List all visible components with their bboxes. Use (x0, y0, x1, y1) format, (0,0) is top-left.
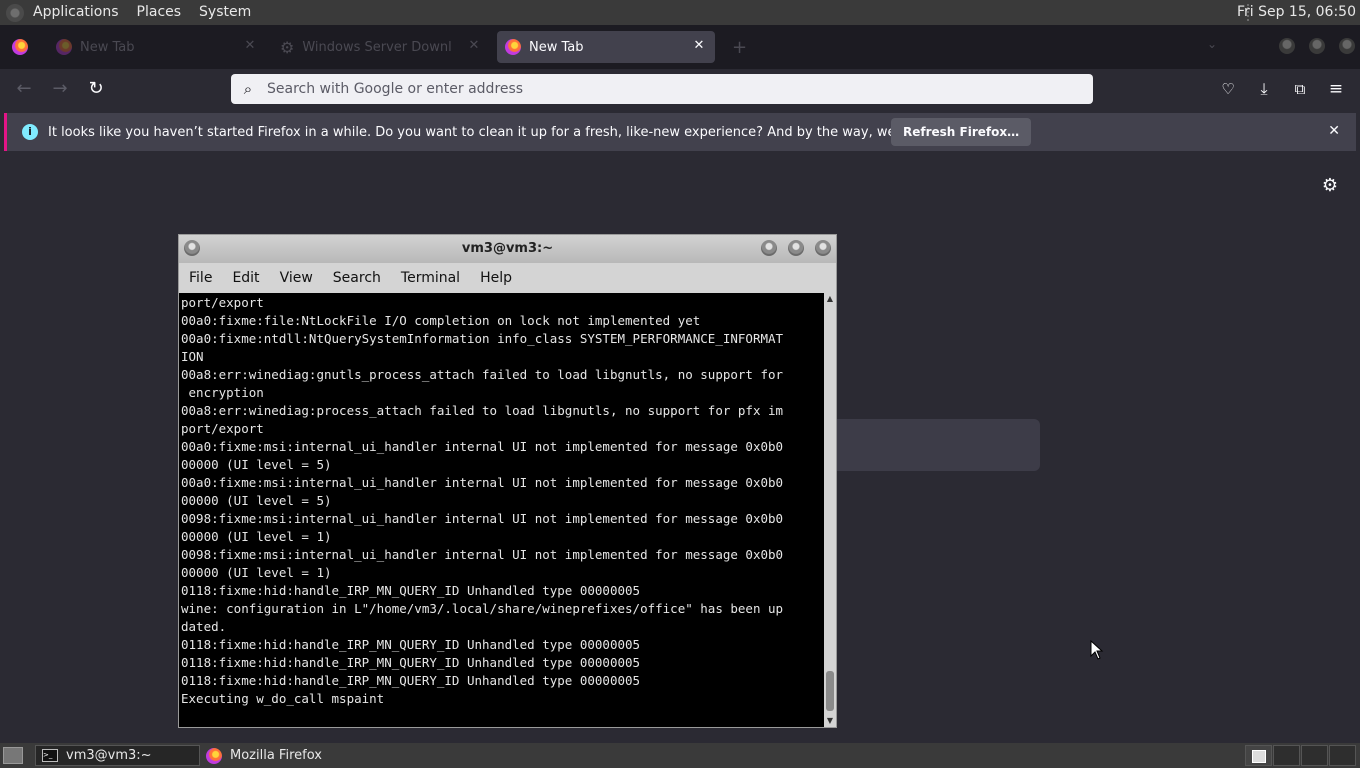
minimize-icon[interactable] (761, 240, 777, 256)
workspace-window-thumb (1252, 750, 1266, 763)
search-input[interactable] (265, 80, 1069, 98)
taskbar-label: Mozilla Firefox (230, 748, 322, 763)
scrollbar-thumb[interactable] (826, 671, 834, 711)
downloads-icon[interactable]: ⤓ (1252, 77, 1276, 101)
firefox-icon (505, 39, 521, 55)
settings-gear-icon[interactable]: ⚙ (1322, 175, 1338, 196)
terminal-line: ION (181, 349, 204, 364)
maximize-window-icon[interactable] (1309, 38, 1325, 54)
tab-label: New Tab (80, 39, 135, 55)
scroll-up-icon[interactable]: ▲ (824, 293, 836, 305)
notification-bar: i It looks like you haven’t started Fire… (4, 113, 1356, 151)
list-tabs-chevron-down-icon[interactable]: ⌄ (1207, 37, 1217, 51)
tab-strip: New Tab ✕ ⚙ Windows Server Downlo ✕ New … (0, 25, 1360, 69)
terminal-line: 00000 (UI level = 1) (181, 565, 332, 580)
firefox-icon (206, 747, 222, 764)
tab-new-tab-1[interactable]: New Tab ✕ (48, 31, 266, 63)
notification-message: It looks like you haven’t started Firefo… (48, 124, 976, 140)
new-tab-search-box[interactable] (820, 419, 1040, 471)
tab-new-tab-active[interactable]: New Tab ✕ (497, 31, 715, 63)
terminal-line: 0118:fixme:hid:handle_IRP_MN_QUERY_ID Un… (181, 673, 641, 688)
distro-logo-icon[interactable] (6, 3, 24, 22)
terminal-line: port/export (181, 295, 264, 310)
terminal-line: 00a8:err:winediag:gnutls_process_attach … (181, 367, 784, 382)
terminal-line: 0118:fixme:hid:handle_IRP_MN_QUERY_ID Un… (181, 637, 641, 652)
terminal-line: 0098:fixme:msi:internal_ui_handler inter… (181, 547, 784, 562)
workspace-4[interactable] (1329, 745, 1356, 766)
workspace-2[interactable] (1273, 745, 1300, 766)
terminal-menubar: File Edit View Search Terminal Help (179, 263, 836, 293)
mouse-pointer-icon (1090, 640, 1104, 660)
taskbar-item-terminal[interactable]: >_ vm3@vm3:~ (35, 745, 200, 766)
close-icon[interactable] (815, 240, 831, 256)
new-tab-button[interactable]: + (732, 37, 747, 58)
terminal-icon: >_ (42, 749, 58, 762)
pocket-icon[interactable]: ♡ (1216, 77, 1240, 101)
terminal-line: 00a0:fixme:msi:internal_ui_handler inter… (181, 475, 784, 490)
terminal-scrollbar[interactable]: ▲ ▼ (824, 293, 836, 727)
gear-icon: ⚙ (280, 37, 295, 57)
top-panel: Applications Places System Fri Sep 15, 0… (0, 0, 1360, 25)
workspace-1[interactable] (1245, 745, 1272, 766)
close-tab-icon[interactable]: ✕ (242, 38, 258, 54)
reload-icon[interactable]: ↻ (84, 77, 108, 101)
places-menu[interactable]: Places (128, 0, 191, 25)
terminal-line: 00000 (UI level = 1) (181, 529, 332, 544)
minimize-window-icon[interactable] (1279, 38, 1295, 54)
maximize-icon[interactable] (788, 240, 804, 256)
terminal-line: 00a0:fixme:ntdll:NtQuerySystemInformatio… (181, 331, 784, 346)
tab-label: Windows Server Downlo (302, 39, 453, 55)
scroll-down-icon[interactable]: ▼ (824, 715, 836, 727)
hamburger-menu-icon[interactable]: ≡ (1324, 77, 1348, 101)
terminal-line: Executing w_do_call mspaint (181, 691, 385, 706)
terminal-line: 0118:fixme:hid:handle_IRP_MN_QUERY_ID Un… (181, 583, 641, 598)
terminal-line: 00000 (UI level = 5) (181, 457, 332, 472)
menu-file[interactable]: File (179, 270, 222, 286)
clock[interactable]: Fri Sep 15, 06:50 (1237, 0, 1356, 25)
terminal-line: 00a0:fixme:file:NtLockFile I/O completio… (181, 313, 701, 328)
menu-search[interactable]: Search (323, 270, 391, 286)
window-menu-icon[interactable] (184, 240, 200, 256)
terminal-titlebar[interactable]: vm3@vm3:~ (179, 235, 836, 263)
menu-edit[interactable]: Edit (222, 270, 269, 286)
terminal-line: 00a8:err:winediag:process_attach failed … (181, 403, 784, 418)
extensions-icon[interactable]: ⧉ (1288, 77, 1312, 101)
terminal-window: vm3@vm3:~ File Edit View Search Terminal… (178, 234, 837, 728)
taskbar-item-firefox[interactable]: Mozilla Firefox (200, 745, 380, 766)
terminal-line: 0118:fixme:hid:handle_IRP_MN_QUERY_ID Un… (181, 655, 641, 670)
firefox-view-icon[interactable] (12, 39, 28, 55)
terminal-line: dated. (181, 619, 227, 634)
terminal-output[interactable]: port/export 00a0:fixme:file:NtLockFile I/… (179, 293, 824, 727)
tab-windows-server[interactable]: ⚙ Windows Server Downlo ✕ (272, 31, 490, 63)
url-bar[interactable]: ⌕ (231, 74, 1093, 104)
terminal-line: 0098:fixme:msi:internal_ui_handler inter… (181, 511, 784, 526)
terminal-line: port/export (181, 421, 264, 436)
terminal-line: encryption (181, 385, 264, 400)
search-icon: ⌕ (243, 80, 253, 98)
terminal-title: vm3@vm3:~ (461, 241, 554, 256)
terminal-line: 00a0:fixme:msi:internal_ui_handler inter… (181, 439, 784, 454)
show-desktop-icon[interactable] (3, 747, 23, 764)
tab-label: New Tab (529, 39, 584, 55)
close-window-icon[interactable] (1339, 38, 1355, 54)
workspace-3[interactable] (1301, 745, 1328, 766)
firefox-icon (56, 39, 72, 55)
applications-menu[interactable]: Applications (24, 0, 128, 25)
forward-arrow-icon[interactable]: → (48, 77, 72, 101)
close-tab-icon[interactable]: ✕ (691, 38, 707, 54)
terminal-line: 00000 (UI level = 5) (181, 493, 332, 508)
close-notification-icon[interactable]: ✕ (1328, 123, 1340, 139)
menu-help[interactable]: Help (470, 270, 522, 286)
terminal-line: wine: configuration in L"/home/vm3/.loca… (181, 601, 784, 616)
info-icon: i (22, 124, 38, 140)
system-menu[interactable]: System (190, 0, 260, 25)
bottom-panel: >_ vm3@vm3:~ Mozilla Firefox (0, 743, 1360, 768)
taskbar-label: vm3@vm3:~ (66, 748, 152, 763)
nav-bar: ← → ↻ ⌕ ♡ ⤓ ⧉ ≡ (0, 69, 1360, 110)
back-arrow-icon[interactable]: ← (12, 77, 36, 101)
menu-view[interactable]: View (270, 270, 323, 286)
menu-terminal[interactable]: Terminal (391, 270, 470, 286)
refresh-firefox-button[interactable]: Refresh Firefox… (891, 118, 1032, 146)
close-tab-icon[interactable]: ✕ (466, 38, 482, 54)
